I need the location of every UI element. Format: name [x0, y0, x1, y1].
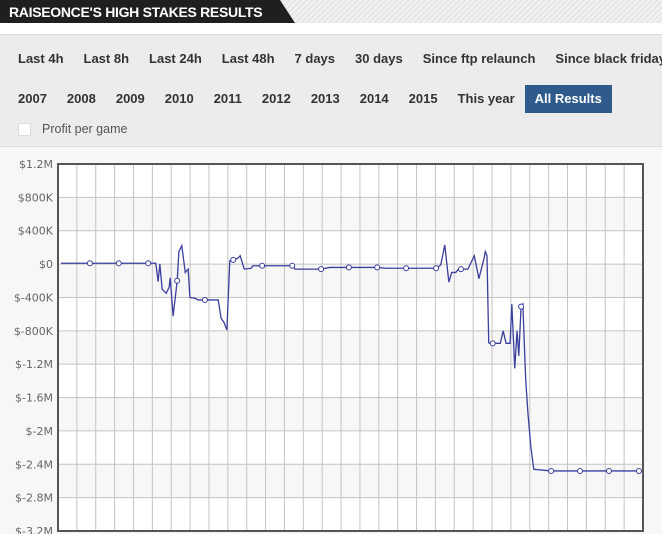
profit-per-game-label: Profit per game: [42, 122, 128, 136]
plot-band: [58, 197, 643, 231]
chart-svg: $1.2M $800K $400K $0 $-400K $-800K $-1.2M $-1.6…: [14, 158, 644, 534]
data-point: [457, 266, 464, 273]
page-title: RAISEONCE'S HIGH STAKES RESULTS: [9, 4, 263, 20]
filter-2012[interactable]: 2012: [252, 85, 301, 113]
filter-2014[interactable]: 2014: [350, 85, 399, 113]
data-point: [548, 467, 555, 474]
data-point: [489, 340, 496, 347]
data-point: [289, 262, 296, 269]
y-tick-label: $400K: [18, 225, 54, 238]
data-point: [374, 264, 381, 271]
filter-this-year[interactable]: This year: [448, 85, 525, 113]
data-point: [115, 260, 122, 267]
data-point: [605, 467, 612, 474]
data-point: [259, 262, 266, 269]
filter-panel: Last 4h Last 8h Last 24h Last 48h 7 days 30 d…: [0, 34, 662, 147]
filter-since-ftp-relaunch[interactable]: Since ftp relaunch: [413, 45, 546, 73]
y-tick-label: $-2.4M: [15, 458, 53, 471]
filter-since-black-friday[interactable]: Since black friday: [545, 45, 662, 73]
y-tick-label: $-400K: [14, 291, 54, 304]
data-point: [518, 303, 525, 310]
filter-last-48h[interactable]: Last 48h: [212, 45, 285, 73]
filter-last-24h[interactable]: Last 24h: [139, 45, 212, 73]
y-tick-label: $-800K: [14, 325, 54, 338]
y-tick-label: $0: [39, 258, 53, 271]
filter-2009[interactable]: 2009: [106, 85, 155, 113]
time-filter-row: Last 4h Last 8h Last 24h Last 48h 7 days 30 d…: [8, 45, 662, 73]
data-point: [86, 260, 93, 267]
data-point: [345, 264, 352, 271]
data-point: [201, 296, 208, 303]
profit-per-game-toggle[interactable]: Profit per game: [18, 122, 127, 136]
filter-2007[interactable]: 2007: [8, 85, 57, 113]
y-tick-label: $800K: [18, 191, 54, 204]
data-point: [403, 265, 410, 272]
filter-2013[interactable]: 2013: [301, 85, 350, 113]
filter-7-days[interactable]: 7 days: [285, 45, 345, 73]
filter-all-results[interactable]: All Results: [524, 85, 612, 113]
data-point: [230, 256, 237, 263]
y-tick-label: $-3.2M: [15, 525, 53, 534]
y-tick-label: $-1.6M: [15, 392, 53, 405]
filter-2008[interactable]: 2008: [57, 85, 106, 113]
year-filter-row: 2007 2008 2009 2010 2011 2012 2013 2014 2015 This…: [8, 85, 612, 113]
filter-2015[interactable]: 2015: [399, 85, 448, 113]
data-point: [174, 277, 181, 284]
plot-band: [58, 464, 643, 498]
data-point: [636, 467, 642, 474]
filter-last-8h[interactable]: Last 8h: [74, 45, 140, 73]
results-chart: $1.2M $800K $400K $0 $-400K $-800K $-1.2M $-1.6…: [0, 147, 662, 534]
y-tick-label: $1.2M: [19, 158, 53, 171]
plot-band: [58, 397, 643, 431]
data-point: [318, 266, 325, 273]
plot-band: [58, 330, 643, 365]
y-tick-label: $-2M: [26, 425, 53, 438]
data-point: [145, 260, 152, 267]
filter-30-days[interactable]: 30 days: [345, 45, 413, 73]
filter-last-4h[interactable]: Last 4h: [8, 45, 74, 73]
y-tick-label: $-1.2M: [15, 358, 53, 371]
data-point: [433, 265, 440, 272]
data-point: [577, 467, 584, 474]
header-bar: RAISEONCE'S HIGH STAKES RESULTS: [0, 0, 662, 23]
filter-2010[interactable]: 2010: [155, 85, 204, 113]
y-tick-label: $-2.8M: [15, 492, 53, 505]
profit-per-game-checkbox[interactable]: [18, 122, 31, 136]
filter-2011[interactable]: 2011: [204, 85, 252, 113]
